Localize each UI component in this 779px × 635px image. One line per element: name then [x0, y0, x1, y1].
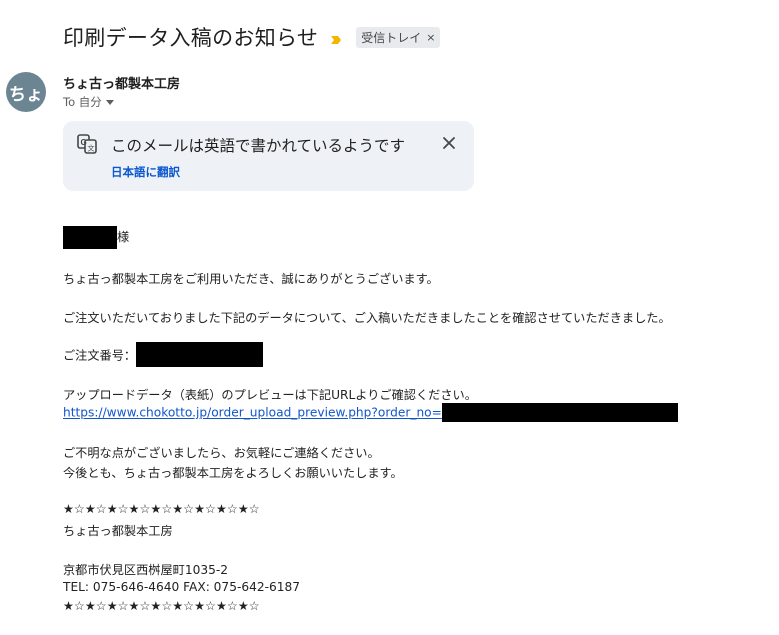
- signature-company: ちょ古っ都製本工房: [63, 524, 173, 538]
- order-number-label: ご注文番号：: [63, 348, 137, 363]
- salutation-suffix: 様: [117, 230, 130, 244]
- translate-banner: G 文 このメールは英語で書かれているようです 日本語に翻訳: [63, 121, 474, 191]
- translate-banner-title: このメールは英語で書かれているようです: [111, 137, 406, 155]
- redacted-customer-name: [63, 226, 117, 249]
- body-line-thanks: ちょ古っ都製本工房をご利用いただき、誠にありがとうございます。: [63, 272, 439, 286]
- preview-instruction: アップロードデータ（表紙）のプレビューは下記URLよりご確認ください。: [63, 388, 477, 402]
- svg-text:G: G: [81, 138, 87, 147]
- subject-row: 印刷データ入稿のお知らせ 受信トレイ ×: [63, 22, 441, 52]
- signature-stars-top: ★☆★☆★☆★☆★☆★☆★☆★☆★☆: [63, 502, 260, 516]
- inbox-label-chip[interactable]: 受信トレイ ×: [356, 26, 441, 48]
- sender-name[interactable]: ちょ古っ都製本工房: [63, 73, 180, 92]
- contact-line-1: ご不明な点がございましたら、お気軽にご連絡ください。: [63, 446, 380, 460]
- recipient-text: To 自分: [63, 95, 102, 109]
- recipient-line[interactable]: To 自分: [63, 94, 114, 110]
- importance-marker-icon[interactable]: [330, 31, 342, 44]
- chevron-down-icon[interactable]: [105, 99, 114, 105]
- signature-phone-fax: TEL: 075-646-4640 FAX: 075-642-6187: [63, 580, 301, 594]
- avatar[interactable]: ちょ: [6, 72, 46, 112]
- redacted-order-number: [136, 342, 264, 367]
- translate-link[interactable]: 日本語に翻訳: [111, 164, 180, 180]
- inbox-label-text: 受信トレイ: [361, 30, 422, 45]
- preview-url-link[interactable]: https://www.chokotto.jp/order_upload_pre…: [63, 406, 442, 420]
- close-icon[interactable]: [441, 135, 457, 151]
- svg-text:文: 文: [88, 144, 95, 153]
- order-number-line: ご注文番号：: [63, 342, 264, 367]
- remove-label-button[interactable]: ×: [426, 31, 435, 44]
- signature-stars-bottom: ★☆★☆★☆★☆★☆★☆★☆★☆★☆: [63, 599, 260, 613]
- redacted-url-suffix: [441, 403, 678, 422]
- contact-line-2: 今後とも、ちょ古っ都製本工房をよろしくお願いいたします。: [63, 466, 403, 480]
- salutation-line: 様: [63, 226, 129, 249]
- email-subject: 印刷データ入稿のお知らせ: [63, 26, 319, 50]
- body-line-confirmation: ご注文いただいておりました下記のデータについて、ご入稿いただきましたことを確認さ…: [63, 311, 671, 325]
- signature-address: 京都市伏見区西桝屋町1035-2: [63, 563, 229, 577]
- preview-url-line: https://www.chokotto.jp/order_upload_pre…: [63, 403, 678, 422]
- translate-icon: G 文: [77, 134, 97, 154]
